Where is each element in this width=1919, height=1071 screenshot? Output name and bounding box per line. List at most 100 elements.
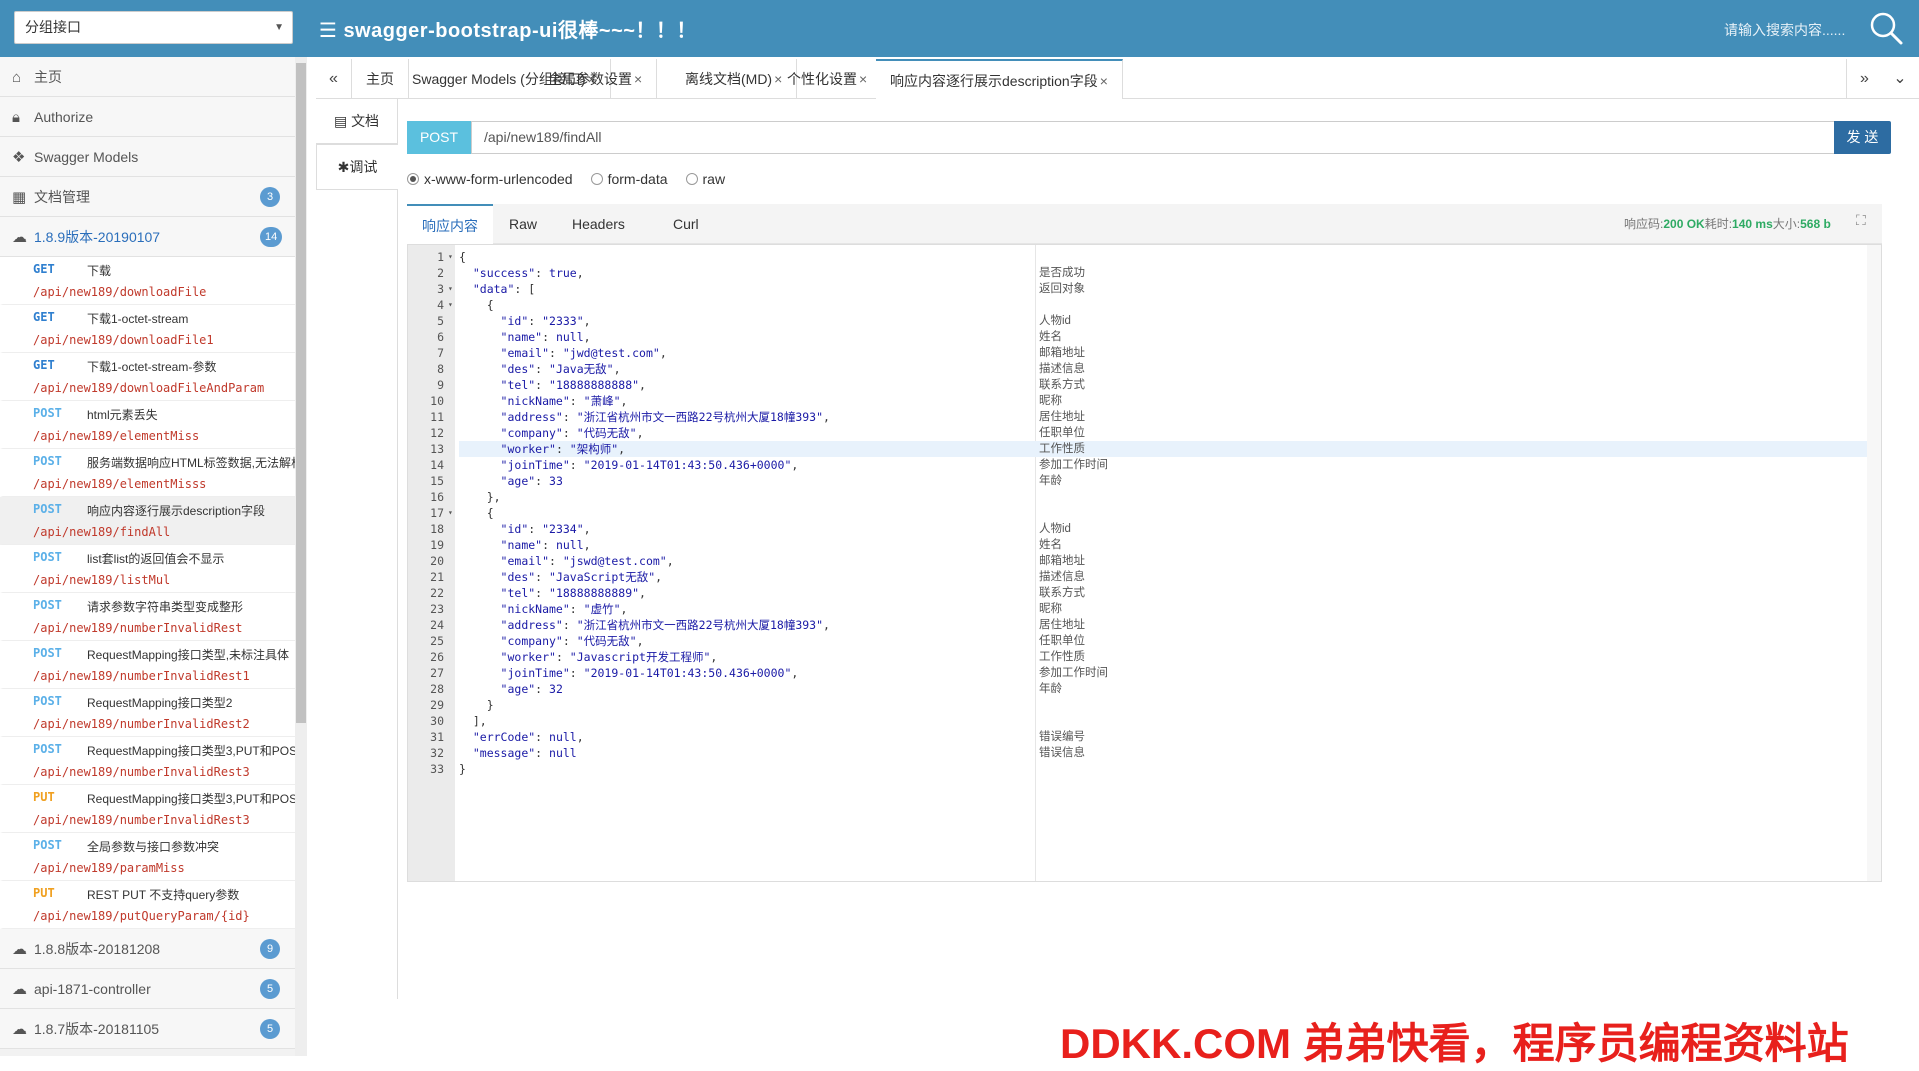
tab-2[interactable]: 全局参数设置 ×: [534, 59, 658, 99]
api-summary: 全局参数与接口参数冲突: [87, 840, 220, 854]
count-badge: 3: [260, 187, 280, 207]
response-editor[interactable]: 1 ▾ 2 3 ▾ 4 ▾ 5 6 7 8 9 10 11 12 13 14 15 16 17 ▾ 18 19 20 21 22 2…: [407, 244, 1882, 882]
api-list-item[interactable]: GET 下载/api/new189/downloadFile: [0, 257, 306, 305]
sidebar-item[interactable]: ☁ 1.8.9版本-20190107 14: [0, 217, 306, 257]
content-type-radio[interactable]: raw: [685, 171, 725, 187]
line-number: 22: [430, 586, 444, 600]
sidebar-group-item[interactable]: ☁ api-1871-controller 5: [0, 969, 306, 1009]
tab-scroll-right-icon[interactable]: »: [1846, 59, 1882, 99]
api-list-item[interactable]: PUT REST PUT 不支持query参数/api/new189/putQue…: [0, 881, 306, 929]
fold-arrow-icon[interactable]: ▾: [448, 249, 455, 265]
radio-label: x-www-form-urlencoded: [424, 171, 573, 187]
sidebar-item-label: api-1871-controller: [34, 981, 151, 997]
response-tab[interactable]: Headers: [557, 204, 640, 244]
sidebar-item-label: Swagger Models: [34, 149, 139, 165]
tab-debug[interactable]: ✱调试: [316, 144, 398, 190]
code-line: "address": "浙江省杭州市文一西路22号杭州大厦18幢393",: [459, 409, 1869, 425]
api-list-item[interactable]: POST html元素丢失/api/new189/elementMiss: [0, 401, 306, 449]
api-list-item[interactable]: POST 服务端数据响应HTML标签数据,无法解析/api/new189/elem…: [0, 449, 306, 497]
field-description: 昵称: [1039, 395, 1062, 407]
code-line: "nickName": "萧峰",: [459, 393, 1869, 409]
search-input[interactable]: 请输入搜索内容......: [1724, 20, 1845, 40]
code-text: "company": "代码无敌",: [500, 426, 644, 440]
api-summary: 请求参数字符串类型变成整形: [87, 600, 244, 614]
api-list-item[interactable]: POST 响应内容逐行展示description字段/api/new189/fin…: [0, 497, 306, 545]
content-type-radio[interactable]: x-www-form-urlencoded: [407, 171, 573, 187]
code-line: "success": true,: [459, 265, 1869, 281]
sidebar-group-item[interactable]: ☁ 1.8.7版本-20181105 5: [0, 1009, 306, 1049]
code-text: "name": null,: [500, 330, 591, 344]
sidebar-item[interactable]: ▦ 文档管理 3: [0, 177, 306, 217]
scrollbar-thumb[interactable]: [296, 63, 306, 723]
http-method-label: POST: [33, 454, 62, 468]
response-size: 568 b: [1800, 217, 1831, 231]
http-method-label: POST: [33, 838, 62, 852]
line-number: 3: [437, 282, 444, 296]
radio-button[interactable]: [590, 173, 603, 185]
http-method-label: POST: [33, 550, 62, 564]
field-description: 工作性质: [1039, 443, 1085, 455]
send-button[interactable]: 发 送: [1834, 121, 1891, 154]
fold-arrow-icon[interactable]: ▾: [448, 281, 455, 297]
code-text: "worker": "架构师",: [500, 442, 626, 456]
api-list-item[interactable]: PUT RequestMapping接口类型3,PUT和POST/api/new1…: [0, 785, 306, 833]
api-list-item[interactable]: GET 下载1-octet-stream-参数/api/new189/downlo…: [0, 353, 306, 401]
tab-scroll-left-icon[interactable]: «: [316, 59, 352, 99]
api-summary: RequestMapping接口类型3,PUT和POST: [87, 792, 297, 806]
response-size-label: 大小:: [1772, 217, 1801, 231]
close-icon[interactable]: ×: [1100, 73, 1108, 89]
close-icon[interactable]: ×: [634, 71, 642, 87]
lock-icon: 🔒︎: [12, 109, 20, 126]
sidebar-item[interactable]: 🔒︎ Authorize: [0, 97, 306, 137]
group-select[interactable]: 分组接口 ▼: [14, 11, 293, 44]
radio-button[interactable]: [407, 173, 419, 185]
code-line: "joinTime": "2019-01-14T01:43:50.436+000…: [459, 665, 1869, 681]
code-line: "id": "2333",: [459, 313, 1869, 329]
api-list-item[interactable]: GET 下载1-octet-stream/api/new189/downloadF…: [0, 305, 306, 353]
fullscreen-icon[interactable]: ⛶: [1856, 212, 1866, 229]
code-text: "tel": "18888888889",: [500, 586, 646, 600]
radio-button[interactable]: [685, 173, 698, 185]
line-number: 11: [430, 410, 444, 424]
tab-menu-chevron-icon[interactable]: ⌄: [1882, 59, 1918, 99]
response-tab[interactable]: Curl: [658, 204, 714, 244]
api-summary: 下载1-octet-stream-参数: [87, 360, 217, 374]
api-list-item[interactable]: POST 全局参数与接口参数冲突/api/new189/paramMiss: [0, 833, 306, 881]
api-list-item[interactable]: POST RequestMapping接口类型2/api/new189/numbe…: [0, 689, 306, 737]
editor-scrollbar[interactable]: [1867, 245, 1881, 881]
search-icon[interactable]: [1868, 10, 1904, 46]
code-text: "email": "jswd@test.com",: [500, 554, 674, 568]
group-select-value: 分组接口: [25, 19, 81, 35]
brand-text: swagger-bootstrap-ui很棒~~~！！！: [343, 20, 697, 42]
code-line: "tel": "18888888888",: [459, 377, 1869, 393]
code-line: "des": "JavaScript无敌",: [459, 569, 1869, 585]
tab-doc[interactable]: ▤ 文档: [316, 99, 397, 144]
http-method-label: GET: [33, 310, 55, 324]
tab-5[interactable]: 响应内容逐行展示description字段 ×: [876, 59, 1123, 99]
tab-4[interactable]: 个性化设置 ×: [773, 59, 883, 99]
fold-arrow-icon[interactable]: ▾: [448, 297, 455, 313]
fold-arrow-icon[interactable]: ▾: [448, 505, 455, 521]
menu-toggle-icon[interactable]: ☰: [319, 18, 337, 43]
request-url-input[interactable]: /api/new189/findAll: [471, 121, 1835, 154]
code-line: "address": "浙江省杭州市文一西路22号杭州大厦18幢393",: [459, 617, 1869, 633]
sidebar-group-item[interactable]: ☁ 1.8.8版本-20181208 9: [0, 929, 306, 969]
field-description: 返回对象: [1039, 283, 1085, 295]
api-list-item[interactable]: POST list套list的返回值会不显示/api/new189/listMul: [0, 545, 306, 593]
line-number: 8: [437, 362, 444, 376]
api-summary: RequestMapping接口类型3,PUT和POST: [87, 744, 297, 758]
field-description: 姓名: [1039, 539, 1062, 551]
close-icon[interactable]: ×: [859, 71, 867, 87]
response-tab[interactable]: Raw: [494, 204, 552, 244]
line-number: 20: [430, 554, 444, 568]
sidebar-item-label: 主页: [34, 69, 62, 85]
api-list-item[interactable]: POST RequestMapping接口类型3,PUT和POST/api/new…: [0, 737, 306, 785]
content-type-radio[interactable]: form-data: [590, 171, 668, 187]
http-method-label: POST: [33, 406, 62, 420]
api-list-item[interactable]: POST 请求参数字符串类型变成整形/api/new189/numberInval…: [0, 593, 306, 641]
sidebar-scrollbar[interactable]: [295, 57, 307, 1056]
api-list-item[interactable]: POST RequestMapping接口类型,未标注具体/api/new189/…: [0, 641, 306, 689]
sidebar-item[interactable]: ⌂ 主页: [0, 57, 306, 97]
sidebar-item[interactable]: ❖ Swagger Models: [0, 137, 306, 177]
response-tab[interactable]: 响应内容: [407, 204, 493, 244]
